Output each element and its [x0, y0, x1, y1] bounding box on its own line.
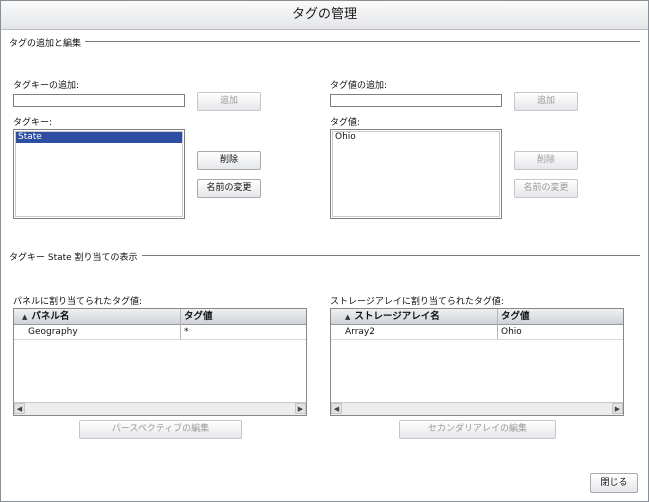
- table-header: ▲ ストレージアレイ名 タグ値: [331, 309, 623, 325]
- delete-tag-key-button[interactable]: 削除: [197, 151, 261, 170]
- scroll-left-icon[interactable]: ◀: [14, 403, 25, 414]
- rename-tag-value-button[interactable]: 名前の変更: [514, 179, 578, 198]
- rename-tag-key-button[interactable]: 名前の変更: [197, 179, 261, 198]
- table-row[interactable]: Geography *: [14, 325, 306, 340]
- assignment-section-label: タグキー State 割り当ての表示: [9, 250, 142, 263]
- horizontal-scrollbar[interactable]: ◀ ▶: [14, 402, 306, 415]
- add-tag-value-button[interactable]: 追加: [514, 92, 578, 111]
- scroll-right-icon[interactable]: ▶: [612, 403, 623, 414]
- scroll-left-icon[interactable]: ◀: [331, 403, 342, 414]
- add-edit-section: タグの追加と編集: [9, 36, 640, 49]
- scroll-right-icon[interactable]: ▶: [295, 403, 306, 414]
- manage-tags-dialog: タグの管理 タグの追加と編集 タグキーの追加: 追加 タグキー: State 削…: [0, 0, 649, 502]
- panel-tag-table: ▲ パネル名 タグ値 Geography * ◀ ▶: [13, 308, 307, 416]
- assignment-section: タグキー State 割り当ての表示: [9, 250, 640, 263]
- storage-array-name-cell: Array2: [345, 327, 375, 337]
- sort-asc-icon: ▲: [22, 313, 28, 321]
- tag-key-add-label: タグキーの追加:: [13, 81, 80, 91]
- tag-values-label: タグ値:: [330, 118, 361, 128]
- delete-tag-value-button[interactable]: 削除: [514, 151, 578, 170]
- sort-asc-icon: ▲: [345, 313, 351, 321]
- close-button[interactable]: 閉じる: [590, 473, 638, 493]
- tag-value-list[interactable]: Ohio: [330, 129, 502, 219]
- panel-table-label: パネルに割り当てられたタグ値:: [13, 297, 143, 307]
- table-row[interactable]: Array2 Ohio: [331, 325, 623, 340]
- tag-key-list[interactable]: State: [13, 129, 185, 219]
- tag-keys-label: タグキー:: [13, 118, 53, 128]
- edit-secondary-array-button[interactable]: セカンダリアレイの編集: [399, 420, 556, 439]
- tag-key-add-input[interactable]: [13, 94, 185, 107]
- section-divider: [9, 41, 640, 42]
- tag-value-add-label: タグ値の追加:: [330, 81, 388, 91]
- list-item[interactable]: State: [16, 132, 182, 143]
- panel-name-cell: Geography: [28, 327, 78, 337]
- add-tag-key-button[interactable]: 追加: [197, 92, 261, 111]
- storage-table-label: ストレージアレイに割り当てられたタグ値:: [330, 297, 504, 307]
- tag-value-add-input[interactable]: [330, 94, 502, 107]
- edit-perspective-button[interactable]: パースペクティブの編集: [79, 420, 242, 439]
- horizontal-scrollbar[interactable]: ◀ ▶: [331, 402, 623, 415]
- column-header-storage-array-name[interactable]: ▲ ストレージアレイ名: [345, 309, 440, 324]
- column-header-panel-name[interactable]: ▲ パネル名: [22, 309, 69, 324]
- tag-value-cell: *: [184, 327, 189, 337]
- column-header-tag-value[interactable]: タグ値: [501, 309, 530, 324]
- list-item[interactable]: Ohio: [333, 132, 499, 143]
- tag-value-cell: Ohio: [501, 327, 522, 337]
- column-header-tag-value[interactable]: タグ値: [184, 309, 213, 324]
- add-edit-section-label: タグの追加と編集: [9, 36, 86, 49]
- table-header: ▲ パネル名 タグ値: [14, 309, 306, 325]
- storage-tag-table: ▲ ストレージアレイ名 タグ値 Array2 Ohio ◀ ▶: [330, 308, 624, 416]
- dialog-title: タグの管理: [1, 1, 648, 30]
